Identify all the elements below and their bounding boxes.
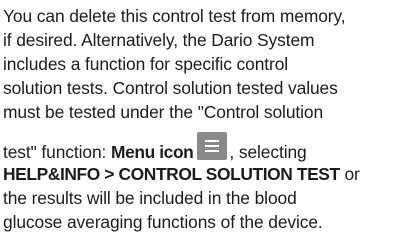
instruction-paragraph: You can delete this control test from me… xyxy=(3,4,403,234)
paragraph-line: includes a function for specific control xyxy=(3,54,289,74)
paragraph-text: test" function: xyxy=(3,142,112,162)
paragraph-line: HELP&INFO > CONTROL SOLUTION TEST or xyxy=(3,162,403,186)
paragraph-line: must be tested under the "Control soluti… xyxy=(3,102,324,122)
hamburger-menu-icon xyxy=(197,132,228,160)
paragraph-line: glucose averaging functions of the devic… xyxy=(3,212,323,232)
paragraph-line: solution tests. Control solution tested … xyxy=(3,78,338,98)
paragraph-text: , selecting xyxy=(229,142,307,162)
menu-path: HELP&INFO > CONTROL SOLUTION TEST xyxy=(3,164,340,184)
paragraph-text: or xyxy=(339,164,360,184)
paragraph-line: You can delete this control test from me… xyxy=(3,6,346,26)
paragraph-line: the results will be included in the bloo… xyxy=(3,188,297,208)
paragraph-line-with-icon: test" function: Menu icon , selecting xyxy=(3,124,403,162)
menu-icon-label: Menu icon xyxy=(111,142,194,162)
paragraph-line: if desired. Alternatively, the Dario Sys… xyxy=(3,30,315,50)
